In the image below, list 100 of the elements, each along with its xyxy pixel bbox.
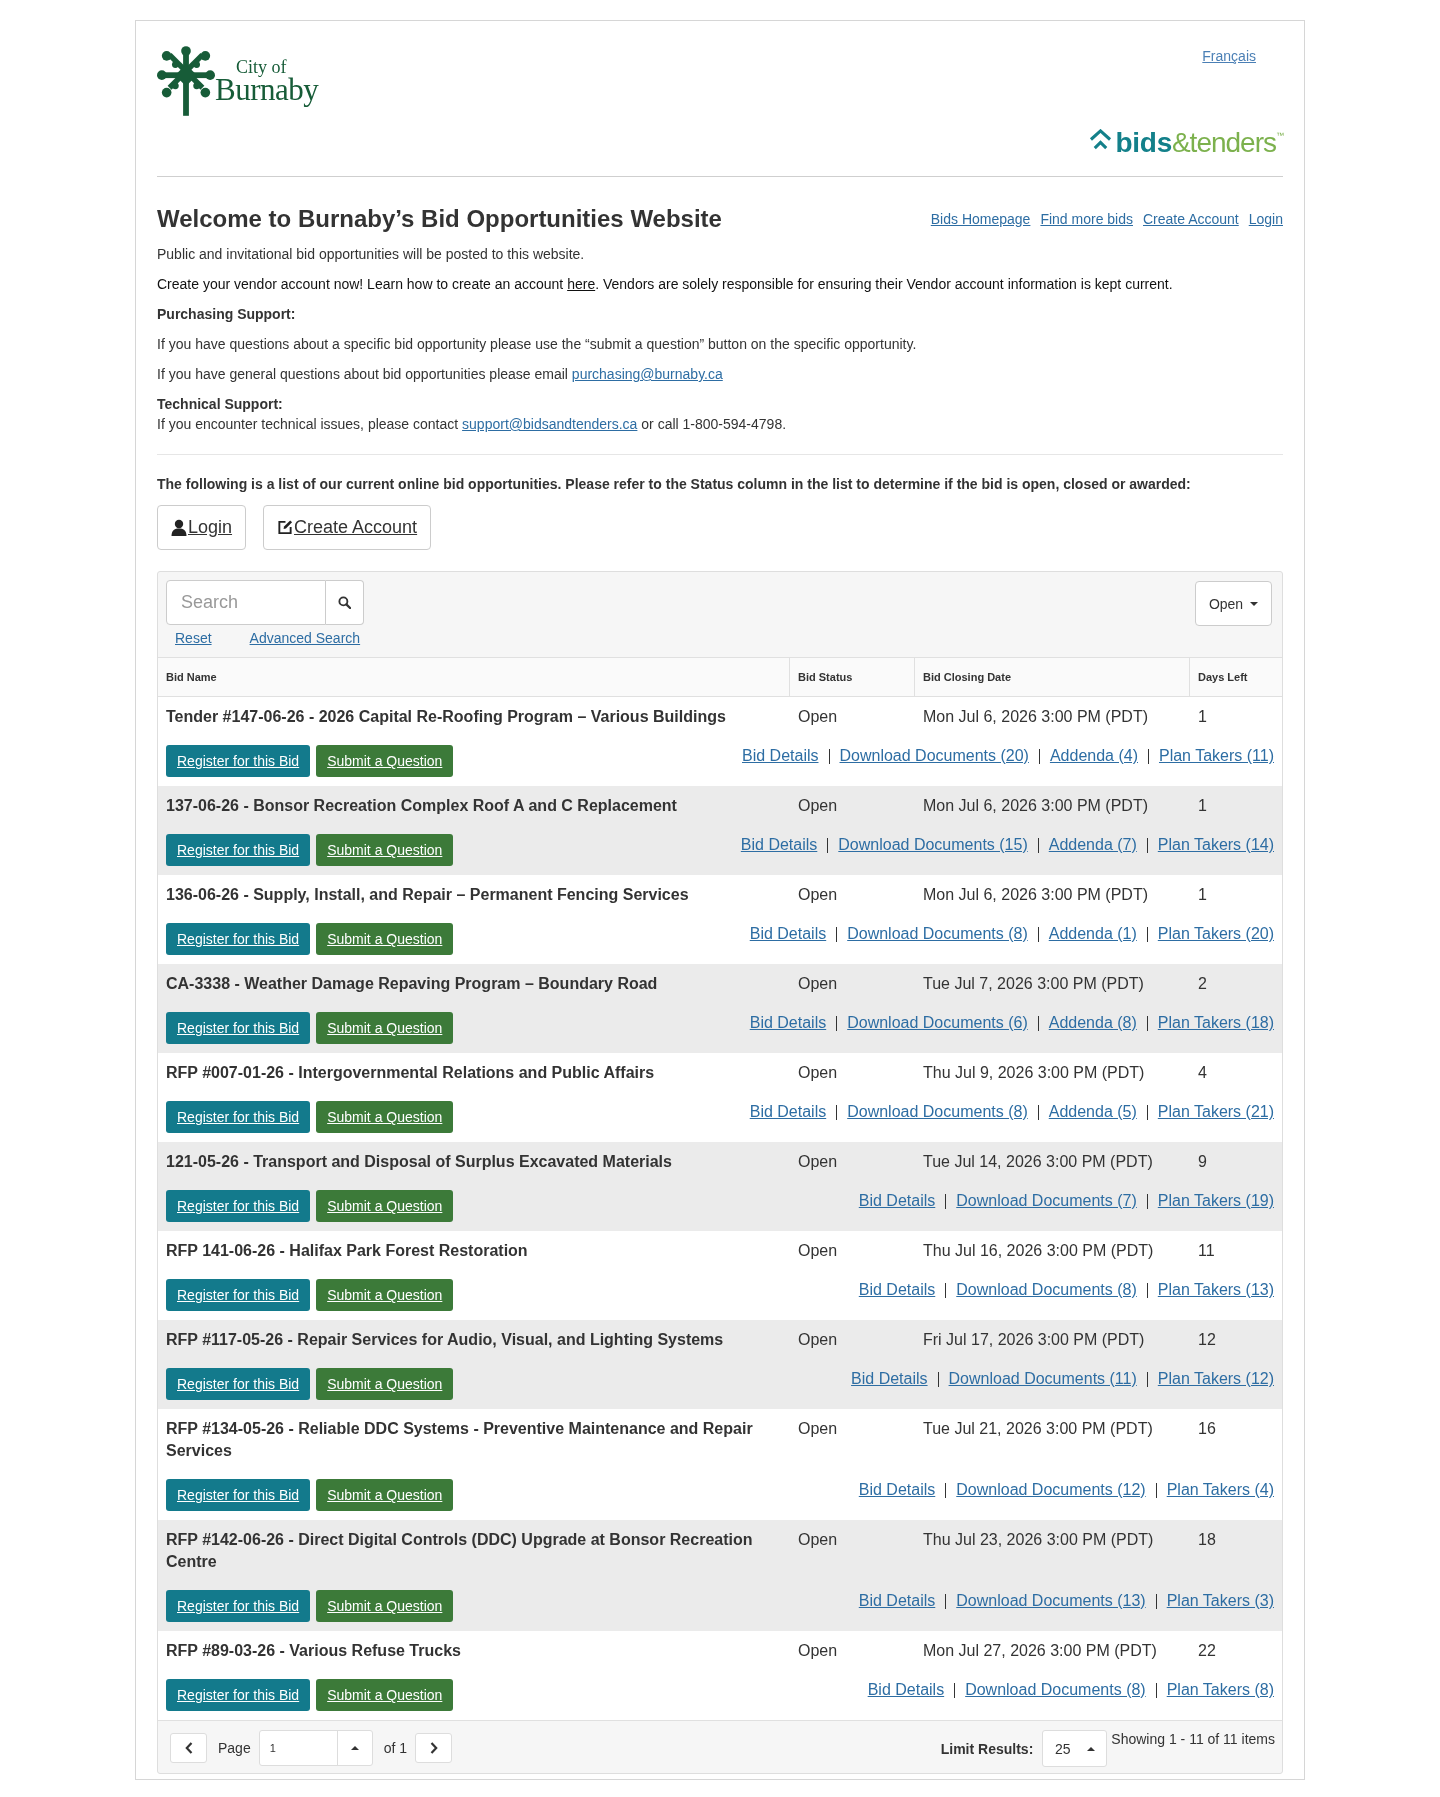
closing-date: Tue Jul 7, 2026 3:00 PM (PDT) — [923, 975, 1144, 992]
register-button[interactable]: Register for this Bid — [166, 1590, 311, 1622]
search-button[interactable] — [326, 580, 364, 625]
bid-link[interactable]: Addenda (8) — [1048, 1013, 1137, 1033]
closing-date: Thu Jul 23, 2026 3:00 PM (PDT) — [923, 1531, 1154, 1548]
support-text: If you have general questions about bid opportunities please email purchasing@burnaby.ca — [157, 365, 724, 384]
nav-link[interactable]: Login — [1248, 211, 1283, 227]
bid-link[interactable]: Plan Takers (12) — [1157, 1369, 1274, 1389]
register-button[interactable]: Register for this Bid — [166, 1479, 311, 1511]
register-button[interactable]: Register for this Bid — [166, 1679, 311, 1711]
section-heading: Technical Support: — [157, 395, 284, 414]
submit-question-button[interactable]: Submit a Question — [316, 1279, 454, 1311]
submit-question-button[interactable]: Submit a Question — [316, 834, 454, 866]
caret-down-icon — [1250, 601, 1259, 606]
bid-link[interactable]: Plan Takers (4) — [1166, 1480, 1274, 1500]
nav-link[interactable]: Find more bids — [1040, 211, 1133, 227]
user-icon — [171, 519, 187, 536]
bid-link[interactable]: Plan Takers (8) — [1166, 1680, 1274, 1700]
bid-link[interactable]: Bid Details — [749, 1013, 827, 1033]
search-option-link[interactable]: Reset — [175, 629, 212, 647]
days-left: 4 — [1198, 1064, 1207, 1081]
bid-link[interactable]: Plan Takers (13) — [1157, 1280, 1274, 1300]
days-left: 12 — [1198, 1331, 1216, 1348]
submit-question-button[interactable]: Submit a Question — [316, 1190, 454, 1222]
language-link[interactable]: Français — [1202, 48, 1256, 65]
search-option-link[interactable]: Advanced Search — [249, 629, 361, 647]
bid-link[interactable]: Bid Details — [851, 1369, 928, 1389]
email-link[interactable]: support@bidsandtenders.ca — [462, 416, 638, 432]
edit-icon — [277, 519, 294, 536]
bid-link[interactable]: Download Documents (12) — [956, 1480, 1146, 1500]
submit-question-button[interactable]: Submit a Question — [316, 1101, 454, 1133]
bid-link[interactable]: Bid Details — [858, 1191, 936, 1211]
bid-link[interactable]: Plan Takers (18) — [1157, 1013, 1274, 1033]
days-left: 1 — [1198, 797, 1207, 814]
bid-link[interactable]: Plan Takers (19) — [1157, 1191, 1274, 1211]
create-account-button[interactable]: Create Account — [263, 505, 432, 550]
status-filter-dropdown[interactable]: Open — [1195, 581, 1272, 626]
bid-link[interactable]: Bid Details — [740, 835, 818, 855]
bid-name: RFP #134-05-26 - Reliable DDC Systems - Preventive Maintenance and Repair Services — [166, 1420, 753, 1459]
intro-text: Public and invitational bid opportunities will be posted to this website. — [157, 245, 586, 264]
bid-link[interactable]: Bid Details — [858, 1591, 936, 1611]
bid-link[interactable]: Bid Details — [858, 1280, 936, 1300]
bid-link[interactable]: Plan Takers (11) — [1159, 746, 1274, 766]
bid-name: CA-3338 - Weather Damage Repaving Program – Boundary Road — [166, 975, 658, 992]
page-number-field[interactable]: 1 — [258, 1730, 373, 1766]
register-button[interactable]: Register for this Bid — [166, 745, 311, 777]
register-button[interactable]: Register for this Bid — [166, 1368, 311, 1400]
section-heading: Purchasing Support: — [157, 305, 297, 324]
bid-link[interactable]: Bid Details — [742, 746, 819, 766]
bid-link[interactable]: Plan Takers (20) — [1157, 924, 1274, 944]
bid-link[interactable]: Download Documents (8) — [965, 1680, 1146, 1700]
bid-link[interactable]: Download Documents (13) — [956, 1591, 1146, 1611]
bid-link[interactable]: Bid Details — [749, 1102, 827, 1122]
bid-name: 137-06-26 - Bonsor Recreation Complex Roof A and C Replacement — [166, 797, 677, 814]
register-button[interactable]: Register for this Bid — [166, 834, 311, 866]
bid-link[interactable]: Download Documents (8) — [847, 924, 1028, 944]
register-button[interactable]: Register for this Bid — [166, 1101, 311, 1133]
bid-link[interactable]: Download Documents (8) — [956, 1280, 1137, 1300]
bid-link[interactable]: Addenda (7) — [1048, 835, 1137, 855]
register-button[interactable]: Register for this Bid — [166, 1279, 311, 1311]
bid-link[interactable]: Bid Details — [858, 1480, 936, 1500]
login-button[interactable]: Login — [157, 505, 247, 550]
support-text: If you encounter technical issues, please contact support@bidsandtenders.ca or call 1-800-594-4798. — [157, 415, 788, 434]
results-summary: Showing 1 - 11 of 11 items — [1111, 1731, 1275, 1747]
bid-link[interactable]: Download Documents (6) — [847, 1013, 1028, 1033]
nav-link[interactable]: Bids Homepage — [930, 211, 1031, 227]
bid-link[interactable]: Addenda (4) — [1049, 746, 1138, 766]
submit-question-button[interactable]: Submit a Question — [316, 745, 454, 777]
bid-link[interactable]: Download Documents (15) — [838, 835, 1028, 855]
here-link[interactable]: here — [567, 276, 596, 292]
submit-question-button[interactable]: Submit a Question — [316, 1590, 454, 1622]
bid-link[interactable]: Download Documents (20) — [839, 746, 1029, 766]
bid-link[interactable]: Plan Takers (14) — [1157, 835, 1274, 855]
email-link[interactable]: purchasing@burnaby.ca — [571, 366, 723, 382]
bid-link[interactable]: Download Documents (11) — [948, 1369, 1137, 1389]
bid-link[interactable]: Bid Details — [749, 924, 827, 944]
bid-link[interactable]: Addenda (5) — [1048, 1102, 1137, 1122]
bid-name: RFP #89-03-26 - Various Refuse Trucks — [166, 1642, 461, 1659]
bid-link[interactable]: Plan Takers (21) — [1157, 1102, 1274, 1122]
register-button[interactable]: Register for this Bid — [166, 1012, 311, 1044]
submit-question-button[interactable]: Submit a Question — [316, 1679, 454, 1711]
submit-question-button[interactable]: Submit a Question — [316, 1368, 454, 1400]
register-button[interactable]: Register for this Bid — [166, 923, 311, 955]
bid-link[interactable]: Plan Takers (3) — [1166, 1591, 1274, 1611]
page-size-dropdown[interactable]: 25 — [1042, 1730, 1108, 1767]
submit-question-button[interactable]: Submit a Question — [316, 1012, 454, 1044]
previous-page-button[interactable] — [170, 1733, 207, 1763]
next-page-button[interactable] — [415, 1733, 453, 1763]
bid-link[interactable]: Bid Details — [867, 1680, 945, 1700]
submit-question-button[interactable]: Submit a Question — [316, 923, 454, 955]
double-chevron-icon — [1088, 129, 1112, 150]
submit-question-button[interactable]: Submit a Question — [316, 1479, 454, 1511]
bid-link[interactable]: Download Documents (8) — [847, 1102, 1028, 1122]
bid-link[interactable]: Download Documents (7) — [956, 1191, 1137, 1211]
register-button[interactable]: Register for this Bid — [166, 1190, 311, 1222]
search-field[interactable]: Search — [166, 580, 326, 625]
nav-link[interactable]: Create Account — [1143, 211, 1239, 227]
bid-link[interactable]: Addenda (1) — [1048, 924, 1137, 944]
caret-up-icon[interactable] — [350, 1746, 359, 1750]
days-left: 18 — [1198, 1531, 1216, 1548]
